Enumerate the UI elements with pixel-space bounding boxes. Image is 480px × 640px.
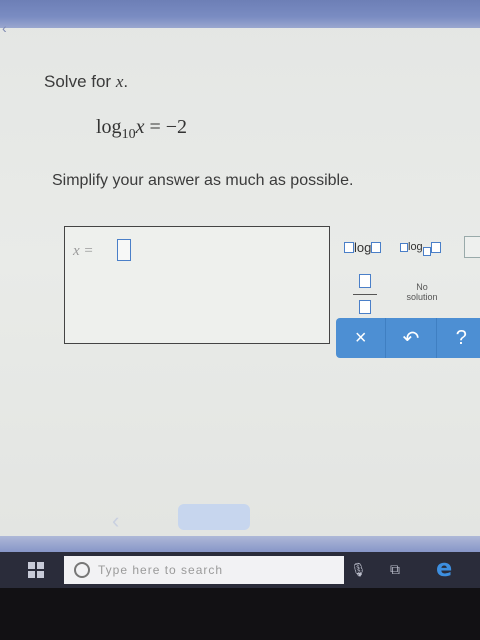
edge-browser-icon[interactable]: e <box>436 554 452 582</box>
taskbar: Type here to search 🎙 ⧉ e <box>0 552 480 588</box>
log-base-button[interactable]: log <box>400 234 441 260</box>
answer-label: x = <box>73 243 94 259</box>
fraction-button[interactable] <box>350 274 380 314</box>
microphone-icon[interactable]: 🎙 <box>350 562 367 578</box>
action-bar: × ↶ ? <box>336 318 480 358</box>
prompt-suffix: . <box>123 72 129 91</box>
log-label: log <box>354 239 372 255</box>
placeholder-box-icon <box>400 242 408 252</box>
placeholder-box-icon <box>344 241 354 253</box>
answer-input[interactable] <box>117 239 131 261</box>
instruction-text: Simplify your answer as much as possible… <box>52 172 354 189</box>
log-button[interactable]: log <box>344 234 382 260</box>
answer-area[interactable]: x = <box>64 226 330 344</box>
base-box-icon <box>422 246 431 256</box>
equation: log10x = −2 <box>96 116 187 143</box>
search-placeholder: Type here to search <box>98 563 224 577</box>
windows-start-icon[interactable] <box>28 562 44 578</box>
bottom-band <box>0 536 480 552</box>
task-view-icon[interactable]: ⧉ <box>390 561 400 578</box>
fraction-bar-icon <box>353 293 377 295</box>
placeholder-box-icon <box>371 241 382 253</box>
faded-action-button[interactable] <box>178 504 250 530</box>
denominator-box-icon <box>359 300 371 314</box>
equation-base: 10 <box>121 127 136 142</box>
top-header-band <box>0 0 480 28</box>
undo-button[interactable]: ↶ <box>386 318 437 358</box>
help-button[interactable]: ? <box>437 318 480 358</box>
numerator-box-icon <box>359 274 371 288</box>
monitor-bezel <box>0 588 480 640</box>
math-palette: log log No solution × ↶ ? <box>336 226 480 360</box>
prompt-text: Solve for <box>44 72 116 91</box>
faded-back-arrow-icon[interactable]: ‹ <box>112 508 119 534</box>
browser-content: ‹ Solve for x. log10x = −2 Simplify your… <box>0 0 480 580</box>
no-solution-line2: solution <box>406 292 438 302</box>
clear-button[interactable]: × <box>336 318 387 358</box>
placeholder-box-icon <box>430 241 441 253</box>
no-solution-button[interactable]: No solution <box>396 282 448 308</box>
chevron-left-icon[interactable]: ‹ <box>2 20 7 36</box>
taskbar-search[interactable]: Type here to search <box>64 556 344 584</box>
question-prompt: Solve for x. <box>44 72 128 92</box>
extra-palette-button[interactable] <box>464 236 480 258</box>
search-circle-icon <box>74 562 90 578</box>
log-base-label: log <box>408 241 423 253</box>
equation-rhs: = −2 <box>144 116 188 138</box>
equation-log: log <box>96 116 122 138</box>
no-solution-line1: No <box>416 282 428 292</box>
